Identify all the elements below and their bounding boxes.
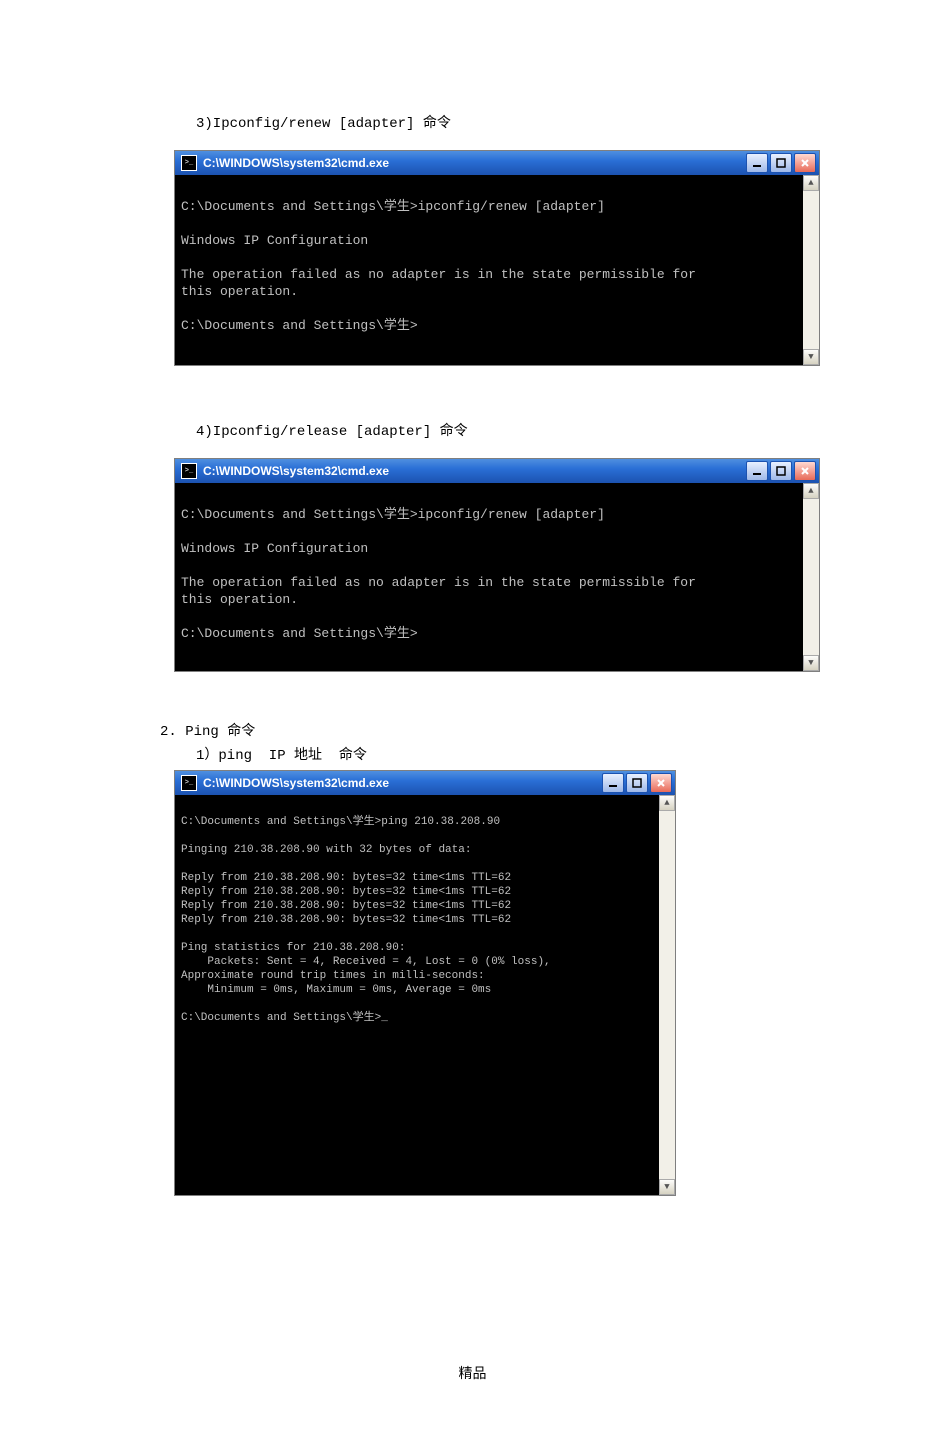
- cmd-window-1: C:\WINDOWS\system32\cmd.exe C:\Documents…: [174, 150, 820, 366]
- terminal-output: C:\Documents and Settings\学生>ping 210.38…: [175, 795, 659, 1195]
- window-title-text: C:\WINDOWS\system32\cmd.exe: [203, 156, 389, 170]
- titlebar[interactable]: C:\WINDOWS\system32\cmd.exe: [175, 771, 675, 795]
- scroll-track[interactable]: [803, 191, 819, 349]
- cmd-icon: [181, 155, 197, 171]
- scroll-down-button[interactable]: ▼: [803, 655, 819, 671]
- close-button[interactable]: [794, 461, 816, 481]
- scrollbar[interactable]: ▲ ▼: [803, 483, 819, 671]
- section-4-label: 4)Ipconfig/release [adapter] 命令: [196, 420, 945, 440]
- minimize-button[interactable]: [602, 773, 624, 793]
- maximize-button[interactable]: [770, 461, 792, 481]
- cmd-icon: [181, 463, 197, 479]
- scroll-up-button[interactable]: ▲: [803, 175, 819, 191]
- cmd-icon: [181, 775, 197, 791]
- section-ping-heading: 2. Ping 命令: [160, 720, 945, 740]
- minimize-button[interactable]: [746, 461, 768, 481]
- close-button[interactable]: [794, 153, 816, 173]
- document-page: . 3)Ipconfig/renew [adapter] 命令 C:\WINDO…: [0, 112, 945, 1449]
- terminal-area: C:\Documents and Settings\学生>ipconfig/re…: [175, 483, 819, 671]
- minimize-button[interactable]: [746, 153, 768, 173]
- titlebar[interactable]: C:\WINDOWS\system32\cmd.exe: [175, 459, 819, 483]
- scroll-track[interactable]: [659, 811, 675, 1179]
- scroll-track[interactable]: [803, 499, 819, 655]
- scrollbar[interactable]: ▲ ▼: [659, 795, 675, 1195]
- cmd-window-2: C:\WINDOWS\system32\cmd.exe C:\Documents…: [174, 458, 820, 672]
- scroll-up-button[interactable]: ▲: [659, 795, 675, 811]
- page-footer: 精品: [459, 1363, 487, 1383]
- scrollbar[interactable]: ▲ ▼: [803, 175, 819, 365]
- section-3-label: 3)Ipconfig/renew [adapter] 命令: [196, 112, 945, 132]
- cmd-window-3: C:\WINDOWS\system32\cmd.exe C:\Documents…: [174, 770, 676, 1196]
- terminal-area: C:\Documents and Settings\学生>ipconfig/re…: [175, 175, 819, 365]
- terminal-output: C:\Documents and Settings\学生>ipconfig/re…: [175, 483, 803, 671]
- scroll-down-button[interactable]: ▼: [659, 1179, 675, 1195]
- titlebar[interactable]: C:\WINDOWS\system32\cmd.exe: [175, 151, 819, 175]
- maximize-button[interactable]: [626, 773, 648, 793]
- scroll-up-button[interactable]: ▲: [803, 483, 819, 499]
- window-title-text: C:\WINDOWS\system32\cmd.exe: [203, 464, 389, 478]
- terminal-output: C:\Documents and Settings\学生>ipconfig/re…: [175, 175, 803, 365]
- section-ping-sub: 1）ping IP 地址 命令: [196, 744, 945, 764]
- maximize-button[interactable]: [770, 153, 792, 173]
- window-title-text: C:\WINDOWS\system32\cmd.exe: [203, 776, 389, 790]
- terminal-area: C:\Documents and Settings\学生>ping 210.38…: [175, 795, 675, 1195]
- scroll-down-button[interactable]: ▼: [803, 349, 819, 365]
- close-button[interactable]: [650, 773, 672, 793]
